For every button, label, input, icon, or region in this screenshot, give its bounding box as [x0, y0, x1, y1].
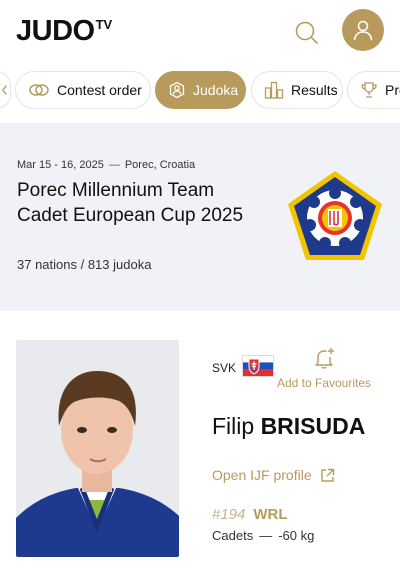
top-header: JUDO TV	[0, 0, 400, 64]
world-ranking[interactable]: #194 WRL	[212, 506, 288, 523]
logo-suffix: TV	[95, 17, 113, 32]
tab-label: Pre	[385, 82, 400, 98]
first-name: Filip	[212, 413, 255, 439]
tab-previous[interactable]	[0, 71, 11, 109]
weight-category: -60 kg	[278, 528, 315, 543]
rank-number: #194	[212, 506, 246, 523]
athlete-name: Filip BRISUDA	[212, 413, 365, 440]
account-button[interactable]	[342, 9, 384, 51]
eju-logo	[284, 168, 386, 269]
event-dates: Mar 15 - 16, 2025	[17, 159, 104, 171]
event-stats: 37 nations / 813 judoka	[17, 257, 152, 272]
tab-prev-results[interactable]: Pre	[347, 71, 400, 109]
athlete-photo	[16, 340, 179, 557]
bell-plus-icon	[315, 348, 334, 369]
event-meta: Mar 15 - 16, 2025 — Porec, Croatia	[17, 159, 195, 171]
tab-label: Contest order	[57, 82, 142, 98]
tab-judoka[interactable]: Judoka	[155, 71, 246, 109]
favourites-label: Add to Favourites	[276, 376, 372, 390]
slovakia-flag-icon	[242, 355, 274, 377]
rings-icon	[28, 82, 50, 98]
age-category: Cadets	[212, 528, 254, 543]
last-name: BRISUDA	[260, 413, 366, 439]
user-icon	[353, 20, 373, 41]
event-location: Porec, Croatia	[124, 159, 196, 171]
tab-label: Judoka	[193, 82, 239, 98]
ijf-link-label: Open IJF profile	[212, 467, 312, 483]
trophy-icon	[360, 81, 378, 99]
event-tabs: Contest order Judoka Results Pr	[0, 66, 400, 116]
rank-label: WRL	[253, 506, 288, 523]
logo-text: JUDO	[16, 15, 95, 47]
tab-results[interactable]: Results	[251, 71, 343, 109]
tab-label: Results	[291, 82, 338, 98]
search-icon	[295, 21, 318, 44]
add-to-favourites-button[interactable]: Add to Favourites	[274, 346, 374, 390]
search-button[interactable]	[290, 16, 324, 50]
country-code: SVK	[212, 361, 237, 375]
event-title: Porec Millennium Team Cadet European Cup…	[17, 180, 244, 226]
tab-contest-order[interactable]: Contest order	[15, 71, 151, 109]
open-ijf-profile-link[interactable]: Open IJF profile	[212, 467, 335, 483]
judoka-icon	[168, 81, 186, 99]
category-separator: —	[259, 528, 273, 543]
judotv-logo[interactable]: JUDO TV	[16, 14, 112, 48]
bar-chart-icon	[264, 81, 284, 99]
athlete-category: Cadets — -60 kg	[212, 528, 314, 543]
chevron-icon	[1, 85, 7, 95]
external-link-icon	[320, 468, 335, 483]
meta-separator: —	[108, 159, 120, 171]
